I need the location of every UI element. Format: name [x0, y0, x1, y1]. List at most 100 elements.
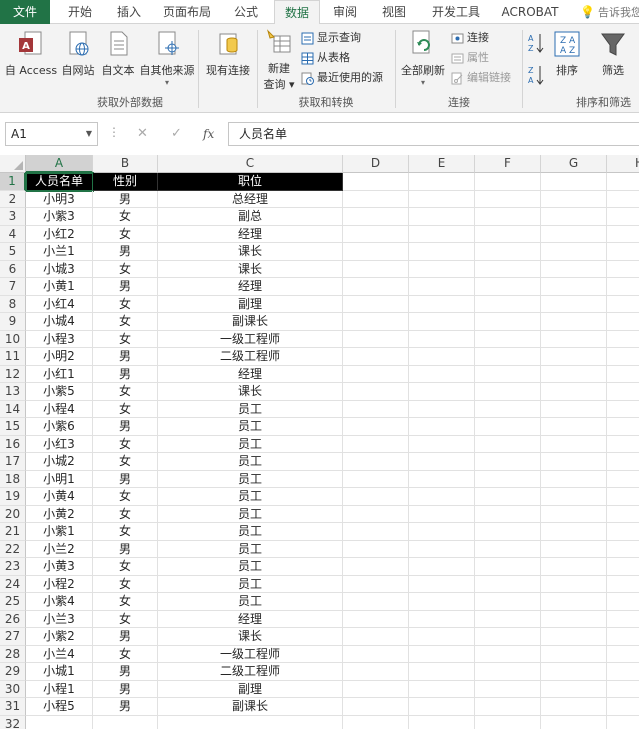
table-cell[interactable]: 小红3 [26, 435, 93, 453]
row-header[interactable]: 1 [0, 173, 26, 191]
row-header[interactable]: 18 [0, 470, 26, 488]
empty-cell[interactable] [475, 208, 541, 226]
row-header[interactable]: 28 [0, 645, 26, 663]
empty-cell[interactable] [607, 208, 639, 226]
table-cell[interactable]: 副理 [158, 680, 343, 698]
table-cell[interactable]: 小紫5 [26, 383, 93, 401]
empty-cell[interactable] [607, 681, 639, 698]
empty-cell[interactable] [343, 278, 409, 296]
column-header-d[interactable]: D [343, 155, 409, 173]
empty-cell[interactable] [409, 330, 475, 348]
table-cell[interactable]: 副课长 [158, 313, 343, 331]
table-cell[interactable]: 小紫2 [26, 628, 93, 646]
empty-cell[interactable] [541, 698, 607, 716]
table-cell[interactable]: 男 [93, 470, 158, 488]
empty-cell[interactable] [475, 715, 541, 729]
table-cell[interactable]: 小黄2 [26, 505, 93, 523]
name-box[interactable]: A1 ▼ [5, 122, 98, 146]
table-cell[interactable]: 员工 [158, 593, 343, 611]
connections-button[interactable]: 连接 [451, 29, 489, 47]
empty-cell[interactable] [409, 593, 475, 611]
row-header[interactable]: 6 [0, 260, 26, 278]
empty-cell[interactable] [343, 453, 409, 471]
empty-cell[interactable] [343, 295, 409, 313]
column-header-b[interactable]: B [93, 155, 158, 173]
table-cell[interactable]: 小紫3 [26, 208, 93, 226]
empty-cell[interactable] [475, 645, 541, 663]
empty-cell[interactable] [607, 191, 639, 208]
more-options-icon[interactable]: ⋮ [108, 125, 120, 139]
tab-file[interactable]: 文件 [0, 0, 50, 24]
empty-cell[interactable] [607, 243, 639, 261]
table-cell[interactable]: 女 [93, 523, 158, 541]
row-header[interactable]: 9 [0, 313, 26, 331]
table-cell[interactable]: 二级工程师 [158, 663, 343, 681]
empty-cell[interactable] [343, 418, 409, 436]
table-cell[interactable]: 小黄4 [26, 488, 93, 506]
empty-cell[interactable] [475, 593, 541, 611]
empty-cell[interactable] [475, 330, 541, 348]
empty-cell[interactable] [541, 505, 607, 523]
empty-cell[interactable] [409, 575, 475, 593]
empty-cell[interactable] [409, 243, 475, 261]
edit-links-button[interactable]: 编辑链接 [451, 69, 511, 87]
empty-cell[interactable] [607, 313, 639, 331]
empty-cell[interactable] [343, 435, 409, 453]
table-cell[interactable]: 小程2 [26, 575, 93, 593]
table-cell[interactable]: 员工 [158, 400, 343, 418]
empty-cell[interactable] [158, 715, 343, 729]
worksheet-grid[interactable]: ABCDEFGH1人员名单性别职位2小明3男总经理3小紫3女副总4小红2女经理5… [0, 155, 639, 729]
empty-cell[interactable] [343, 505, 409, 523]
empty-cell[interactable] [475, 313, 541, 331]
header-cell[interactable]: 职位 [158, 173, 343, 191]
empty-cell[interactable] [343, 558, 409, 576]
empty-cell[interactable] [607, 646, 639, 663]
sort-ascending-button[interactable]: A Z [527, 32, 545, 57]
empty-cell[interactable] [607, 558, 639, 576]
empty-cell[interactable] [541, 418, 607, 436]
empty-cell[interactable] [607, 348, 639, 366]
table-cell[interactable]: 男 [93, 663, 158, 681]
table-cell[interactable]: 小城1 [26, 663, 93, 681]
empty-cell[interactable] [541, 400, 607, 418]
empty-cell[interactable] [343, 173, 409, 191]
row-header[interactable]: 26 [0, 610, 26, 628]
table-cell[interactable]: 女 [93, 400, 158, 418]
empty-cell[interactable] [409, 225, 475, 243]
table-cell[interactable]: 女 [93, 593, 158, 611]
empty-cell[interactable] [409, 715, 475, 729]
table-cell[interactable]: 小城2 [26, 453, 93, 471]
empty-cell[interactable] [343, 400, 409, 418]
table-cell[interactable]: 女 [93, 558, 158, 576]
empty-cell[interactable] [541, 313, 607, 331]
empty-cell[interactable] [541, 330, 607, 348]
table-cell[interactable]: 女 [93, 225, 158, 243]
empty-cell[interactable] [409, 278, 475, 296]
table-cell[interactable]: 小兰4 [26, 645, 93, 663]
table-cell[interactable]: 副理 [158, 295, 343, 313]
table-cell[interactable]: 小程3 [26, 330, 93, 348]
empty-cell[interactable] [409, 680, 475, 698]
properties-button[interactable]: 属性 [451, 49, 489, 67]
empty-cell[interactable] [607, 261, 639, 278]
empty-cell[interactable] [607, 576, 639, 593]
row-header[interactable]: 11 [0, 348, 26, 366]
row-header[interactable]: 12 [0, 365, 26, 383]
empty-cell[interactable] [409, 295, 475, 313]
empty-cell[interactable] [343, 243, 409, 261]
table-cell[interactable]: 男 [93, 278, 158, 296]
chevron-down-icon[interactable]: ▼ [86, 123, 92, 145]
empty-cell[interactable] [541, 715, 607, 729]
existing-connections-button[interactable]: 现有连接 [202, 30, 254, 78]
column-header-h[interactable]: H [607, 155, 639, 173]
empty-cell[interactable] [541, 260, 607, 278]
empty-cell[interactable] [475, 348, 541, 366]
empty-cell[interactable] [343, 645, 409, 663]
table-cell[interactable]: 男 [93, 365, 158, 383]
header-cell[interactable]: 人员名单 [25, 172, 94, 192]
empty-cell[interactable] [26, 715, 93, 729]
empty-cell[interactable] [475, 680, 541, 698]
row-header[interactable]: 32 [0, 715, 26, 729]
tell-me-search[interactable]: 💡 告诉我您 [580, 0, 639, 24]
empty-cell[interactable] [343, 523, 409, 541]
